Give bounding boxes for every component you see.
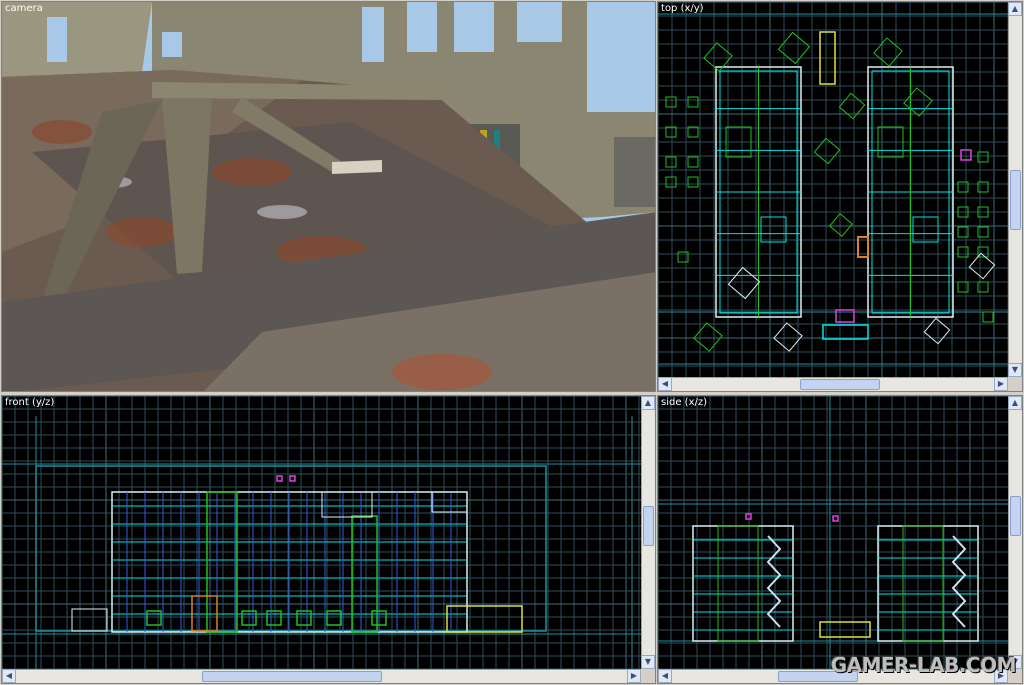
scroll-thumb[interactable] xyxy=(1010,170,1021,230)
top-grid-canvas xyxy=(658,2,1010,379)
scroll-thumb[interactable] xyxy=(202,671,382,682)
top-horizontal-scrollbar[interactable]: ◀ ▶ xyxy=(658,377,1008,391)
front-horizontal-scrollbar[interactable]: ◀ ▶ xyxy=(2,669,641,683)
scroll-right-arrow-icon[interactable]: ▶ xyxy=(627,669,641,683)
scroll-right-arrow-icon[interactable]: ▶ xyxy=(994,377,1008,391)
watermark-logo: GAMER-LAB.COM xyxy=(830,653,1017,677)
scroll-corner xyxy=(1008,377,1022,391)
front-vertical-scrollbar[interactable]: ▲ ▼ xyxy=(641,396,655,669)
front-grid-canvas xyxy=(2,396,643,671)
scroll-left-arrow-icon[interactable]: ◀ xyxy=(658,669,672,683)
scroll-left-arrow-icon[interactable]: ◀ xyxy=(658,377,672,391)
camera-viewport[interactable]: camera xyxy=(1,1,656,392)
side-viewport[interactable]: side (x/z) ◀ ▶ ▲ ▼ GAMER-LAB.COM xyxy=(657,395,1023,684)
scroll-down-arrow-icon[interactable]: ▼ xyxy=(1008,363,1022,377)
top-viewport[interactable]: top (x/y) ◀ ▶ ▲ ▼ xyxy=(657,1,1023,392)
side-grid-canvas xyxy=(658,396,1010,671)
scroll-down-arrow-icon[interactable]: ▼ xyxy=(641,655,655,669)
side-vertical-scrollbar[interactable]: ▲ ▼ xyxy=(1008,396,1022,669)
scroll-left-arrow-icon[interactable]: ◀ xyxy=(2,669,16,683)
scroll-up-arrow-icon[interactable]: ▲ xyxy=(1008,2,1022,16)
scroll-up-arrow-icon[interactable]: ▲ xyxy=(641,396,655,410)
scroll-corner xyxy=(641,669,655,683)
front-viewport[interactable]: front (y/z) ◀ ▶ ▲ ▼ xyxy=(1,395,656,684)
camera-render xyxy=(2,2,655,391)
scroll-thumb[interactable] xyxy=(1010,496,1021,536)
top-vertical-scrollbar[interactable]: ▲ ▼ xyxy=(1008,2,1022,377)
scroll-up-arrow-icon[interactable]: ▲ xyxy=(1008,396,1022,410)
scroll-thumb[interactable] xyxy=(800,379,880,390)
scroll-thumb[interactable] xyxy=(643,506,654,546)
